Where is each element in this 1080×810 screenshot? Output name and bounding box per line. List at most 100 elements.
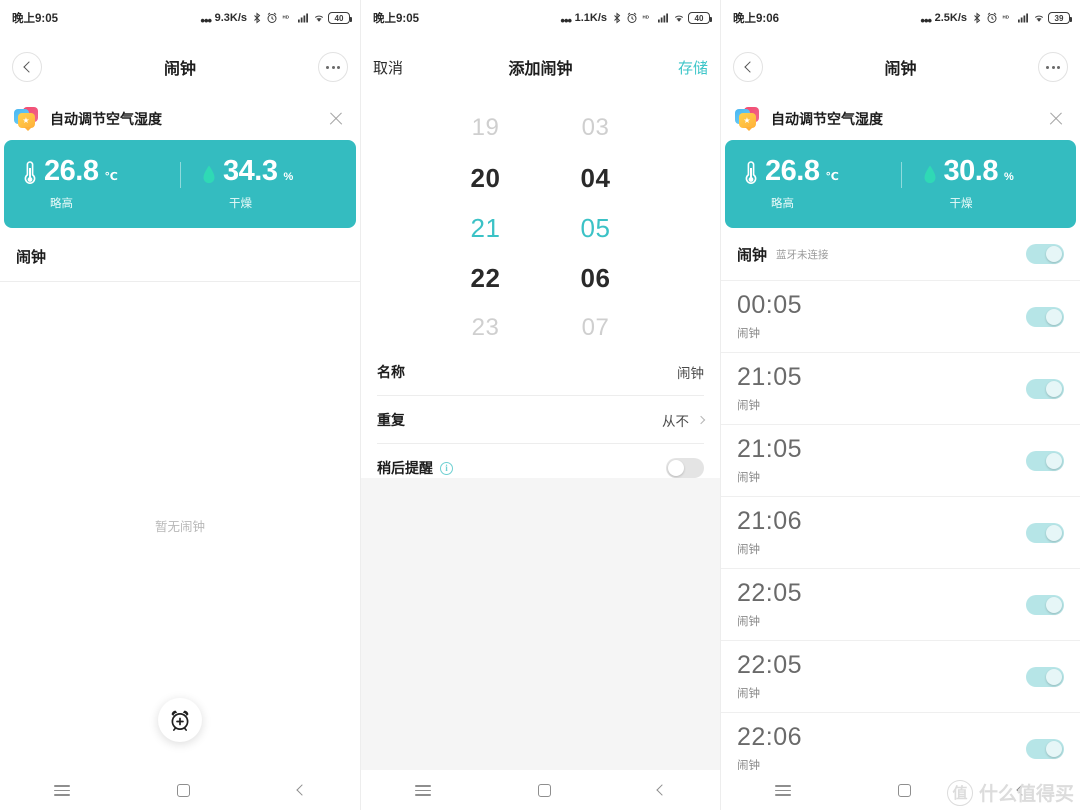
alarm-icon — [987, 12, 997, 23]
alarm-toggle[interactable] — [1026, 450, 1064, 471]
alarm-time: 00:05 — [737, 290, 803, 319]
row-value: 闹钟 — [677, 365, 704, 381]
svg-text:HD: HD — [1002, 15, 1009, 20]
chevron-right-icon — [696, 415, 706, 424]
more-options-button[interactable] — [1038, 52, 1068, 82]
table-row[interactable]: 00:05 闹钟 — [721, 280, 1080, 352]
page-background-fill — [361, 478, 720, 770]
snooze-toggle[interactable] — [666, 458, 704, 478]
sensor-card[interactable]: 26.8 ℃ 略高 34.3 % 干燥 — [4, 140, 356, 228]
menu-icon[interactable] — [53, 783, 70, 797]
alarm-label: 闹钟 — [737, 399, 760, 412]
promo-banner[interactable]: 自动调节空气湿度 — [721, 98, 1080, 140]
menu-icon[interactable] — [414, 783, 431, 797]
alarm-master-toggle[interactable] — [1026, 244, 1064, 264]
status-bar: 晚上9:05 ••• 9.3K/s HD 40 — [0, 0, 360, 36]
alarm-toggle[interactable] — [1026, 522, 1064, 543]
network-speed: 2.5K/s — [934, 12, 967, 24]
alarm-toggle[interactable] — [1026, 738, 1064, 759]
table-row[interactable]: 21:05 闹钟 — [721, 424, 1080, 496]
minute-option[interactable]: 03 — [582, 103, 610, 153]
close-icon[interactable] — [328, 111, 344, 127]
more-options-icon — [326, 65, 340, 69]
panel-add-alarm: 晚上9:05 ••• 1.1K/s HD 40 取消 添加闹钟 存储 19 20… — [360, 0, 720, 810]
minute-option[interactable]: 04 — [581, 153, 611, 203]
alarm-toggle[interactable] — [1026, 666, 1064, 687]
svg-text:HD: HD — [282, 15, 289, 20]
network-speed: 9.3K/s — [214, 12, 247, 24]
row-name[interactable]: 名称 闹钟 — [377, 348, 704, 396]
back-icon[interactable] — [1016, 784, 1028, 796]
alarm-icon — [627, 12, 637, 23]
signal-icon — [1018, 13, 1028, 23]
alarm-toggle[interactable] — [1026, 378, 1064, 399]
water-drop-icon — [924, 165, 935, 184]
table-row[interactable]: 21:05 闹钟 — [721, 352, 1080, 424]
info-icon[interactable]: i — [440, 461, 453, 475]
sensor-card[interactable]: 26.8 ℃ 略高 30.8 % 干燥 — [725, 140, 1076, 228]
home-icon[interactable] — [897, 783, 911, 797]
temperature-status: 略高 — [50, 198, 73, 210]
status-bar: 晚上9:05 ••• 1.1K/s HD 40 — [361, 0, 720, 36]
app-bar: 取消 添加闹钟 存储 — [361, 36, 720, 98]
bluetooth-status: 蓝牙未连接 — [776, 248, 829, 261]
time-picker[interactable]: 19 20 21 22 23 03 04 05 06 07 — [361, 98, 720, 348]
minute-column[interactable]: 03 04 05 06 07 — [541, 103, 651, 353]
table-row[interactable]: 22:05 闹钟 — [721, 640, 1080, 712]
hour-option-selected[interactable]: 21 — [471, 203, 501, 253]
alarm-time: 22:05 — [737, 578, 803, 607]
back-icon[interactable] — [296, 784, 308, 796]
app-bar: 闹钟 — [0, 36, 360, 98]
menu-icon[interactable] — [774, 783, 791, 797]
wifi-icon — [314, 15, 323, 22]
screenshot-root: 晚上9:05 ••• 9.3K/s HD 40 闹钟 ★ 自动调节空气湿度 26… — [0, 0, 1080, 810]
back-button[interactable] — [733, 52, 763, 82]
row-label: 名称 — [377, 363, 405, 380]
alarm-label: 闹钟 — [737, 471, 760, 484]
promo-banner[interactable]: 自动调节空气湿度 — [0, 98, 360, 140]
save-button[interactable]: 存储 — [678, 57, 708, 78]
home-icon[interactable] — [177, 783, 191, 797]
table-row[interactable]: 21:06 闹钟 — [721, 496, 1080, 568]
status-icons: ••• 1.1K/s HD 40 — [560, 12, 712, 27]
panel-alarm-empty: 晚上9:05 ••• 9.3K/s HD 40 闹钟 ★ 自动调节空气湿度 26… — [0, 0, 360, 810]
home-icon[interactable] — [537, 783, 551, 797]
section-title-alarm: 闹钟 — [0, 228, 360, 282]
battery-icon: 39 — [1048, 12, 1072, 24]
thermometer-icon — [24, 161, 36, 184]
table-row[interactable]: 22:05 闹钟 — [721, 568, 1080, 640]
water-drop-icon — [203, 165, 215, 184]
more-options-button[interactable] — [318, 52, 348, 82]
humidity-block: 30.8 % 干燥 — [898, 157, 1077, 211]
humidity-unit: % — [1003, 171, 1014, 183]
hour-option[interactable]: 19 — [472, 103, 500, 153]
hd-icon: HD — [1002, 15, 1009, 20]
back-button[interactable] — [12, 52, 42, 82]
minute-option[interactable]: 06 — [581, 253, 611, 303]
panel-alarm-list: 晚上9:06 ••• 2.5K/s HD 39 闹钟 ★ 自动调节空气湿度 26… — [720, 0, 1080, 810]
svg-text:HD: HD — [642, 15, 649, 20]
app-bar: 闹钟 — [721, 36, 1080, 98]
hour-column[interactable]: 19 20 21 22 23 — [431, 103, 541, 353]
back-icon[interactable] — [656, 784, 668, 796]
alarm-toggle[interactable] — [1026, 594, 1064, 615]
close-icon[interactable] — [1048, 111, 1064, 127]
row-label: 重复 — [377, 411, 405, 428]
alarm-time: 21:05 — [737, 434, 803, 463]
signal-icon — [658, 13, 668, 23]
stacked-cards-icon — [14, 107, 38, 131]
cancel-button[interactable]: 取消 — [373, 57, 403, 78]
hour-option[interactable]: 23 — [472, 303, 500, 353]
bluetooth-icon — [253, 12, 260, 24]
minute-option[interactable]: 07 — [582, 303, 610, 353]
row-repeat[interactable]: 重复 从不 — [377, 396, 706, 444]
bluetooth-icon — [613, 12, 620, 24]
hour-option[interactable]: 22 — [471, 253, 501, 303]
minute-option-selected[interactable]: 05 — [581, 203, 611, 253]
alarm-toggle[interactable] — [1026, 306, 1064, 327]
row-label: 稍后提醒 — [377, 460, 433, 476]
hour-option[interactable]: 20 — [471, 153, 501, 203]
add-alarm-button[interactable] — [158, 698, 202, 742]
alarm-label: 闹钟 — [737, 615, 760, 628]
notification-dots-icon: ••• — [200, 13, 212, 28]
